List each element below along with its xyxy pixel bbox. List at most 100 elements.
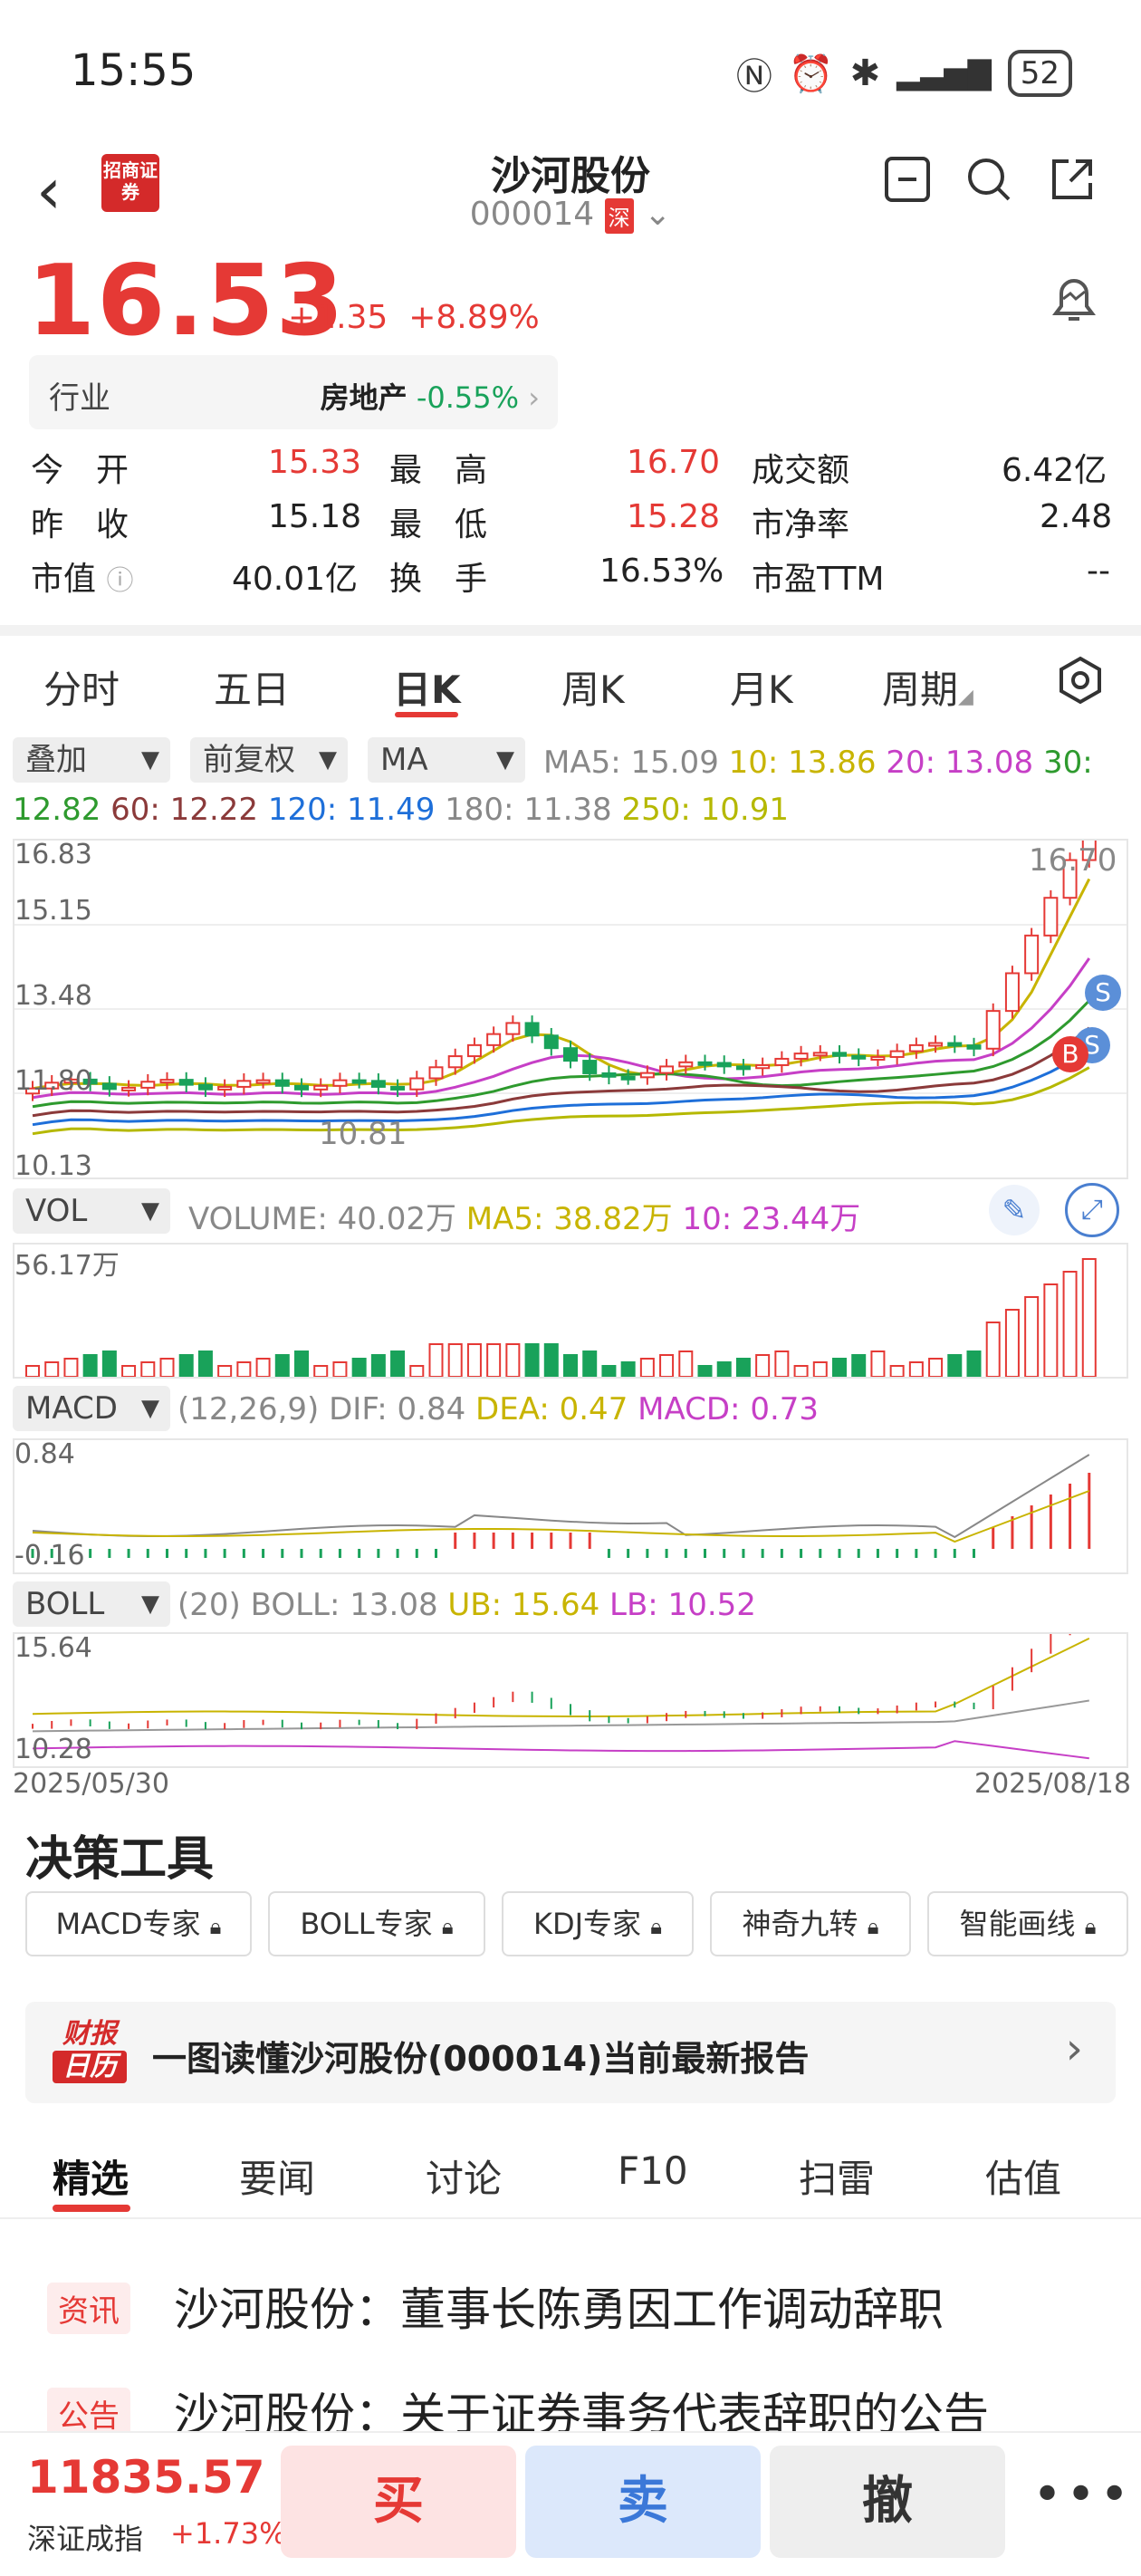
magic-nine-button[interactable]: 神奇九转 🔒︎: [710, 1891, 911, 1956]
industry-label: 行业: [49, 380, 110, 417]
boll-expert-button[interactable]: BOLL专家 🔒︎: [268, 1891, 485, 1956]
price-alert-icon[interactable]: [1047, 272, 1101, 338]
tab-valuation[interactable]: 估值: [985, 2148, 1061, 2204]
ma-legend-row1: MA5: 15.09 10: 13.86 20: 13.08 30:: [543, 745, 1093, 781]
ma-line: [32, 999, 1090, 1109]
candle-body: [101, 1082, 117, 1091]
volume-bar: [447, 1343, 463, 1378]
volume-bar: [1024, 1296, 1040, 1378]
high-label: 最 高: [389, 452, 488, 489]
section-divider: [0, 625, 1141, 636]
info-icon: ⓘ: [106, 565, 134, 597]
industry-name: 房地产: [320, 380, 408, 415]
volume-bar: [851, 1354, 867, 1378]
tab-discussion[interactable]: 讨论: [426, 2148, 502, 2204]
dropdown-icon: ▼: [141, 1591, 159, 1618]
volume-bar: [294, 1350, 309, 1378]
report-banner[interactable]: 财报 日历 一图读懂沙河股份(000014)当前最新报告 ›: [25, 2002, 1116, 2103]
boll-chart[interactable]: [13, 1593, 1128, 1768]
tab-f10[interactable]: F10: [618, 2148, 688, 2193]
indicator-dropdown[interactable]: MA ▼: [368, 737, 525, 783]
tools-title: 决策工具: [25, 1832, 215, 1887]
volume-bar: [159, 1358, 175, 1378]
bottom-trade-bar: 11835.57 ⌃ 深证成指 +1.73% 买 卖 撤 •••: [0, 2431, 1141, 2576]
candle-body: [1043, 897, 1059, 937]
edit-pencil-icon[interactable]: ✎: [989, 1185, 1040, 1235]
volume-bar: [428, 1343, 444, 1378]
volume-bar: [313, 1365, 329, 1378]
candle-body: [870, 1055, 886, 1061]
buy-marker[interactable]: B: [1052, 1036, 1088, 1072]
pb-value: 2.48: [1040, 498, 1113, 535]
volume-bar: [735, 1358, 751, 1378]
candle-body: [217, 1085, 233, 1091]
chevron-right-icon: ›: [1065, 2023, 1083, 2074]
y-tick-label: 10.13: [14, 1150, 92, 1182]
candle-body: [832, 1052, 847, 1057]
tab-period[interactable]: 周期◢: [882, 659, 973, 715]
volume-bar: [832, 1358, 847, 1378]
candle-body: [178, 1079, 194, 1086]
candle-body: [889, 1050, 905, 1058]
lock-icon: 🔒︎: [441, 1914, 454, 1939]
adjust-dropdown[interactable]: 前复权 ▼: [190, 737, 348, 783]
volume-bar: [774, 1350, 790, 1378]
macd-chart[interactable]: [13, 1438, 1128, 1574]
sell-button[interactable]: 卖: [525, 2446, 761, 2558]
lock-icon: 🔒︎: [867, 1914, 879, 1939]
expand-icon[interactable]: ⤢: [1065, 1183, 1119, 1237]
share-icon[interactable]: [1047, 156, 1098, 207]
volume-bar: [697, 1365, 713, 1378]
bluetooth-icon: ✱: [849, 53, 881, 94]
tab-intraday[interactable]: 分时: [43, 659, 120, 715]
tab-headlines[interactable]: 要闻: [239, 2148, 315, 2204]
candle-body: [812, 1052, 828, 1057]
kdj-expert-button[interactable]: KDJ专家 🔒︎: [502, 1891, 694, 1956]
vol-dropdown[interactable]: VOL ▼: [13, 1188, 170, 1234]
volume-svg: [25, 1258, 1097, 1378]
volume-bar: [351, 1358, 367, 1378]
open-value: 15.33: [268, 444, 362, 481]
stock-code: 000014: [469, 196, 595, 233]
volume-bar: [505, 1343, 521, 1378]
tab-daily-k[interactable]: 日K: [393, 659, 461, 715]
volume-bar: [908, 1361, 924, 1378]
volume-bar: [620, 1361, 636, 1378]
boll-upper-line: [32, 1638, 1090, 1717]
buy-button[interactable]: 买: [281, 2446, 516, 2558]
search-icon[interactable]: [964, 156, 1014, 207]
volume-bar: [543, 1343, 559, 1378]
tab-risk-scan[interactable]: 扫雷: [799, 2148, 875, 2204]
overlay-dropdown[interactable]: 叠加 ▼: [13, 737, 170, 783]
tab-monthly-k[interactable]: 月K: [730, 659, 793, 715]
tab-featured[interactable]: 精选: [53, 2148, 129, 2204]
cancel-order-button[interactable]: 撤: [770, 2446, 1005, 2558]
macd-expert-button[interactable]: MACD专家 🔒︎: [25, 1891, 252, 1956]
more-icon[interactable]: •••: [1032, 2465, 1133, 2524]
sell-marker[interactable]: S: [1085, 975, 1121, 1011]
volume-bar: [25, 1365, 40, 1378]
volume-bar: [639, 1358, 655, 1378]
chevron-down-icon: ⌄: [644, 196, 672, 233]
kline-chart[interactable]: [13, 814, 1128, 1179]
volume-chart[interactable]: [13, 1243, 1128, 1379]
tab-five-day[interactable]: 五日: [214, 659, 290, 715]
macd-dropdown[interactable]: MACD ▼: [13, 1386, 170, 1431]
boll-dropdown[interactable]: BOLL ▼: [13, 1581, 170, 1627]
volume-bar: [659, 1354, 675, 1378]
candle-body: [505, 1022, 521, 1035]
dif-line: [32, 1454, 1090, 1539]
y-tick-label: 11.80: [14, 1065, 92, 1097]
settings-icon[interactable]: [1056, 656, 1105, 714]
smart-draw-button[interactable]: 智能画线 🔒︎: [927, 1891, 1128, 1956]
lock-icon: 🔒︎: [650, 1914, 663, 1939]
minimize-icon[interactable]: [882, 156, 933, 207]
tab-weekly-k[interactable]: 周K: [561, 659, 625, 715]
news-item[interactable]: 资讯 沙河股份：董事长陈勇因工作调动辞职: [0, 2255, 1141, 2355]
index-value[interactable]: 11835.57 ⌃: [27, 2451, 306, 2504]
industry-card[interactable]: 行业 房地产 -0.55% ›: [29, 355, 558, 429]
active-tab-indicator: [395, 712, 458, 717]
date-start: 2025/05/30: [13, 1768, 169, 1800]
candle-body: [294, 1084, 309, 1091]
volume-bar: [178, 1354, 194, 1378]
